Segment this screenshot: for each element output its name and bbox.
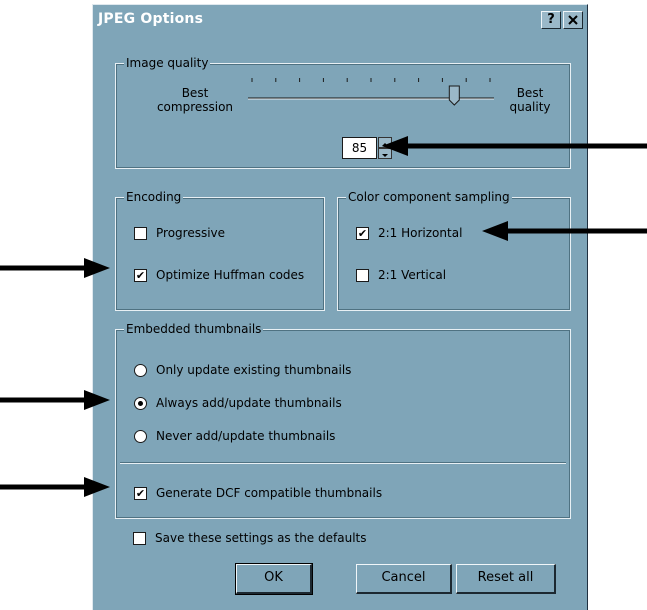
save-defaults-checkbox[interactable] — [133, 532, 146, 545]
arrow-to-quality-value — [382, 136, 647, 156]
encoding-group: Encoding Progressive ✔ Optimize Huffman … — [115, 190, 325, 311]
quality-value-input[interactable]: 85 — [342, 137, 377, 159]
best-quality-label: Best quality — [509, 86, 551, 114]
progressive-checkbox[interactable] — [134, 227, 147, 240]
close-button[interactable] — [563, 11, 583, 29]
horizontal-sampling-checkbox[interactable]: ✔ — [356, 227, 369, 240]
vertical-sampling-checkbox[interactable] — [356, 269, 369, 282]
quality-slider[interactable] — [246, 74, 496, 108]
help-button[interactable]: ? — [541, 11, 561, 29]
close-icon — [568, 15, 578, 25]
only-update-radio[interactable] — [134, 364, 147, 377]
cancel-button[interactable]: Cancel — [356, 564, 452, 594]
horizontal-sampling-label: 2:1 Horizontal — [378, 226, 463, 240]
thumbnails-legend: Embedded thumbnails — [124, 322, 264, 336]
optimize-huffman-checkbox[interactable]: ✔ — [134, 269, 147, 282]
dcf-checkbox[interactable]: ✔ — [134, 487, 147, 500]
never-add-radio[interactable] — [134, 430, 147, 443]
slider-track-svg — [248, 78, 494, 106]
progressive-label: Progressive — [156, 226, 226, 240]
color-sampling-group: Color component sampling ✔ 2:1 Horizonta… — [337, 190, 571, 311]
ok-button[interactable]: OK — [235, 563, 313, 595]
thumbnails-group: Embedded thumbnails Only update existing… — [115, 322, 571, 519]
image-quality-legend: Image quality — [124, 56, 211, 70]
arrow-to-optimize-huffman — [0, 258, 110, 278]
always-add-radio[interactable] — [134, 397, 147, 410]
thumbnails-divider — [120, 462, 566, 464]
optimize-huffman-label: Optimize Huffman codes — [156, 268, 305, 282]
only-update-label: Only update existing thumbnails — [156, 363, 352, 377]
best-compression-label: Best quality compression — [156, 86, 234, 114]
encoding-legend: Encoding — [124, 190, 184, 204]
reset-all-button[interactable]: Reset all — [456, 564, 556, 594]
dialog-title: JPEG Options — [98, 11, 204, 27]
jpeg-options-dialog: JPEG Options ? Image quality Best qualit… — [92, 4, 588, 610]
dcf-label: Generate DCF compatible thumbnails — [156, 486, 383, 500]
title-bar[interactable]: JPEG Options ? — [95, 7, 585, 33]
color-sampling-legend: Color component sampling — [346, 190, 512, 204]
always-add-label: Always add/update thumbnails — [156, 396, 342, 410]
slider-thumb[interactable] — [448, 85, 460, 106]
arrow-to-dcf — [0, 477, 110, 497]
never-add-label: Never add/update thumbnails — [156, 429, 336, 443]
radio-selected-dot — [138, 401, 143, 406]
arrow-to-always-add — [0, 390, 110, 410]
save-defaults-label: Save these settings as the defaults — [155, 531, 367, 545]
vertical-sampling-label: 2:1 Vertical — [378, 268, 447, 282]
arrow-to-horizontal-sampling — [482, 221, 647, 241]
